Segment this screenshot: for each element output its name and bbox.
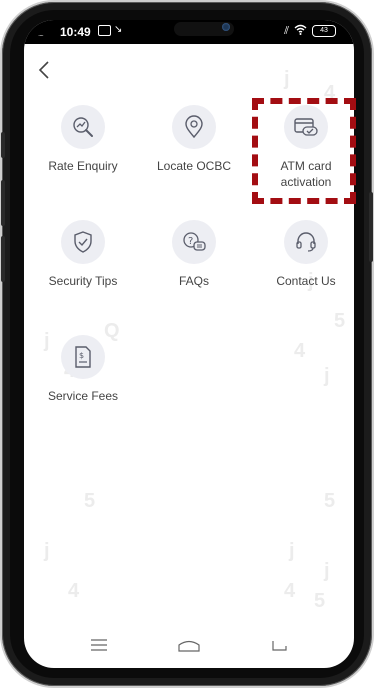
chevron-left-icon bbox=[38, 61, 49, 79]
battery-icon: 43 bbox=[312, 25, 336, 37]
home-icon bbox=[178, 640, 200, 652]
svg-text:$: $ bbox=[79, 351, 84, 360]
highlight-box bbox=[252, 98, 356, 204]
android-nav-bar bbox=[24, 622, 354, 668]
status-bar: .... 10:49 ↘ ⫽ 43 bbox=[24, 20, 354, 44]
watermark: 5 bbox=[84, 490, 96, 512]
watermark: j bbox=[289, 540, 295, 562]
rate-enquiry-tile[interactable]: Rate Enquiry bbox=[28, 105, 138, 174]
nav-home-button[interactable] bbox=[169, 630, 209, 660]
menu-icon bbox=[91, 639, 107, 651]
location-pin-icon bbox=[172, 105, 216, 149]
side-button bbox=[369, 192, 373, 262]
watermark: 4 bbox=[68, 580, 80, 602]
locate-ocbc-tile[interactable]: Locate OCBC bbox=[139, 105, 249, 174]
contact-us-tile[interactable]: Contact Us bbox=[251, 220, 354, 289]
shield-check-icon bbox=[61, 220, 105, 264]
nav-menu-button[interactable] bbox=[79, 630, 119, 660]
svg-text:?: ? bbox=[188, 236, 193, 247]
status-time: 10:49 bbox=[60, 25, 91, 39]
back-button[interactable] bbox=[34, 58, 54, 82]
service-fees-tile[interactable]: $ Service Fees bbox=[28, 335, 138, 404]
fee-document-icon: $ bbox=[61, 335, 105, 379]
pen-icon: ↘ bbox=[114, 24, 123, 35]
tile-label: Contact Us bbox=[276, 274, 336, 288]
watermark: j bbox=[284, 68, 290, 90]
status-icons: ⫽ 43 bbox=[284, 24, 336, 38]
security-tips-tile[interactable]: Security Tips bbox=[28, 220, 138, 289]
watermark: j bbox=[44, 540, 50, 562]
side-button bbox=[1, 132, 5, 158]
vibrate-icon: ⫽ bbox=[284, 24, 289, 37]
faq-chat-icon: ? bbox=[172, 220, 216, 264]
camera-icon bbox=[222, 23, 230, 31]
tile-label: Security Tips bbox=[48, 274, 118, 288]
watermark: 4 bbox=[284, 580, 296, 602]
tile-label: Service Fees bbox=[47, 389, 119, 403]
tile-label: Locate OCBC bbox=[156, 159, 232, 173]
headset-icon bbox=[284, 220, 328, 264]
watermark: 5 bbox=[314, 590, 326, 612]
side-button bbox=[1, 236, 5, 282]
faqs-tile[interactable]: ? FAQs bbox=[139, 220, 249, 289]
rate-chart-magnifier-icon bbox=[61, 105, 105, 149]
wifi-icon bbox=[294, 24, 307, 38]
nav-back-button[interactable] bbox=[259, 630, 299, 660]
back-icon bbox=[272, 641, 287, 651]
signal-icon: .... bbox=[38, 29, 44, 38]
watermark: j bbox=[324, 560, 330, 582]
watermark: j bbox=[324, 365, 330, 387]
watermark: 5 bbox=[324, 490, 336, 512]
watermark: 4 bbox=[294, 340, 306, 362]
tile-label: Rate Enquiry bbox=[48, 159, 118, 173]
message-icon bbox=[98, 25, 111, 36]
watermark: 5 bbox=[334, 310, 346, 332]
side-button bbox=[1, 180, 5, 226]
tile-label: FAQs bbox=[178, 274, 209, 288]
